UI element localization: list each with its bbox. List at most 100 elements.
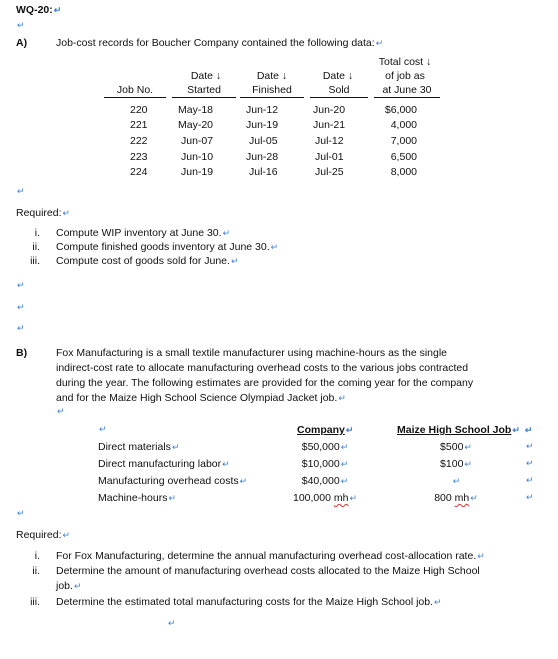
cell-cost: 4,000 <box>390 119 417 131</box>
part-b-required-label: Required:↵ <box>16 529 70 541</box>
header-company-text: Company <box>297 424 345 436</box>
cell-job-text: $500 <box>440 441 464 453</box>
paragraph-mark-icon: ↵ <box>526 475 534 485</box>
list-item: For Fox Manufacturing, determine the ann… <box>56 550 485 562</box>
cell-started: May-20 <box>178 119 214 131</box>
cell-job-empty: ↵ <box>434 475 478 487</box>
list-item: Compute finished goods inventory at June… <box>56 241 278 253</box>
list-item: Compute cost of goods sold for June.↵ <box>56 255 238 267</box>
paragraph-mark-icon: ↵ <box>99 424 107 434</box>
paragraph-mark-icon: ↵ <box>452 476 461 486</box>
cell-sold: Jun-21 <box>313 119 346 131</box>
paragraph-mark-icon: ↵ <box>340 442 349 452</box>
paragraph-mark-icon: ↵ <box>168 618 176 628</box>
cell-sold: Jul-25 <box>315 166 344 178</box>
paragraph-mark-icon: ↵ <box>168 493 176 503</box>
header-company: Company↵ <box>297 424 353 436</box>
cell-finished: Jun-19 <box>246 119 279 131</box>
paragraph-mark-icon: ↵ <box>171 442 180 452</box>
row-label-text: Direct manufacturing labor <box>98 458 222 470</box>
cell-cost: 6,500 <box>390 151 417 163</box>
cell-job-text: 800 <box>434 492 452 504</box>
cell-finished: Jun-28 <box>246 151 279 163</box>
cell-started: Jun-07 <box>181 135 214 147</box>
cell-started: May-18 <box>178 104 214 116</box>
paragraph-mark-icon: ↵ <box>434 597 442 607</box>
list-item-text: Compute WIP inventory at June 30. <box>56 227 222 239</box>
paragraph-mark-icon: ↵ <box>349 493 358 503</box>
intro-line: during the year. The following estimates… <box>56 377 474 389</box>
list-number: iii. <box>30 255 40 267</box>
paragraph-mark-icon: ↵ <box>512 425 520 435</box>
title-text: WQ-20: <box>16 4 53 16</box>
paragraph-mark-icon: ↵ <box>17 20 25 30</box>
cell-job: 220 <box>130 104 148 116</box>
paragraph-mark-icon: ↵ <box>17 508 25 518</box>
cell-sold: Jun-20 <box>313 104 346 116</box>
list-item: Compute WIP inventory at June 30.↵ <box>56 227 230 239</box>
cell-company-text: 100,000 <box>292 492 331 504</box>
list-number: ii. <box>32 565 40 577</box>
unit-misspelled: mh <box>454 492 470 504</box>
paragraph-mark-icon: ↵ <box>222 459 230 469</box>
paragraph-mark-icon: ↵ <box>526 458 534 468</box>
cell-company-text: $10,000 <box>301 458 340 470</box>
cell-company: 100,000 mh↵ <box>288 492 362 504</box>
intro-line: indirect-cost rate to allocate manufactu… <box>56 362 469 374</box>
list-number: iii. <box>30 596 40 608</box>
list-item-text: Determine the estimated total manufactur… <box>56 596 434 608</box>
intro-line: Fox Manufacturing is a small textile man… <box>56 347 448 359</box>
list-item-text: For Fox Manufacturing, determine the ann… <box>56 550 477 562</box>
cell-finished: Jul-05 <box>249 135 278 147</box>
cell-job: 223 <box>130 151 148 163</box>
cell-company: $40,000↵ <box>296 475 354 487</box>
intro-line-text: and for the Maize High School Science Ol… <box>56 392 338 404</box>
cell-job: 224 <box>130 166 148 178</box>
list-number: i. <box>34 550 40 562</box>
list-item-line: Determine the amount of manufacturing ov… <box>56 565 480 577</box>
paragraph-mark-icon: ↵ <box>526 441 534 451</box>
row-label-text: Manufacturing overhead costs <box>98 475 239 487</box>
paragraph-mark-icon: ↵ <box>526 492 534 502</box>
header-date-sold-line2: Date ↓ <box>322 70 354 82</box>
paragraph-mark-icon: ↵ <box>53 5 62 15</box>
paragraph-mark-icon: ↵ <box>477 551 485 561</box>
cell-job: 221 <box>130 119 148 131</box>
header-finished: Finished <box>240 84 304 98</box>
paragraph-mark-icon: ↵ <box>230 256 239 266</box>
cell-finished: Jul-16 <box>249 166 278 178</box>
cell-job: 800 mh↵ <box>430 492 482 504</box>
paragraph-mark-icon: ↵ <box>73 581 82 591</box>
list-item-text: Compute finished goods inventory at June… <box>56 241 270 253</box>
cell-job: $500↵ <box>434 441 478 453</box>
required-label-text: Required: <box>16 529 62 541</box>
cell-job-text: $100 <box>440 458 464 470</box>
header-maize-job: Maize High School Job↵ ↵ <box>397 424 532 436</box>
paragraph-mark-icon: ↵ <box>464 459 472 469</box>
cell-cost: $6,000 <box>384 104 417 116</box>
header-date-finished-line2: Date ↓ <box>256 70 288 82</box>
paragraph-mark-icon: ↵ <box>57 406 65 416</box>
paragraph-mark-icon: ↵ <box>524 425 533 435</box>
part-a-required-label: Required:↵ <box>16 207 70 219</box>
paragraph-mark-icon: ↵ <box>62 530 71 540</box>
row-label-text: Machine-hours <box>98 492 168 504</box>
paragraph-mark-icon: ↵ <box>270 242 279 252</box>
cell-started: Jun-10 <box>181 151 214 163</box>
row-label: Direct manufacturing labor↵ <box>98 458 230 470</box>
list-item-text: Compute cost of goods sold for June. <box>56 255 230 267</box>
paragraph-mark-icon: ↵ <box>17 302 25 312</box>
cell-finished: Jun-12 <box>246 104 279 116</box>
unit-misspelled: mh <box>333 492 349 504</box>
cell-cost: 7,000 <box>390 135 417 147</box>
cell-sold: Jul-12 <box>315 135 344 147</box>
list-number: ii. <box>32 241 40 253</box>
paragraph-mark-icon: ↵ <box>239 476 248 486</box>
intro-line-last: and for the Maize High School Science Ol… <box>56 392 346 404</box>
list-item: Determine the estimated total manufactur… <box>56 596 442 608</box>
paragraph-mark-icon: ↵ <box>340 459 349 469</box>
part-a-intro-text: Job-cost records for Boucher Company con… <box>56 37 375 49</box>
cell-job: 222 <box>130 135 148 147</box>
paragraph-mark-icon: ↵ <box>464 442 472 452</box>
paragraph-mark-icon: ↵ <box>345 425 354 435</box>
